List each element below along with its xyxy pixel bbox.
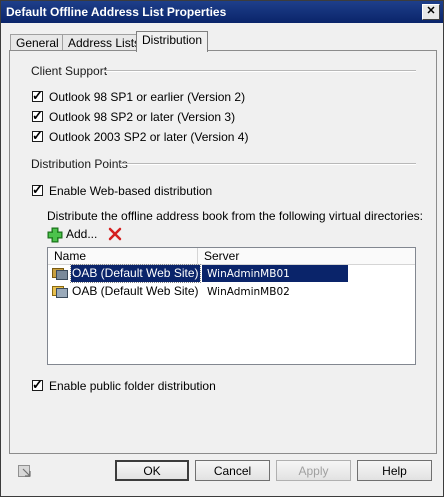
row-server: WinAdminMB02	[207, 286, 290, 298]
public-folder-distribution-label: Enable public folder distribution	[49, 379, 216, 393]
delete-icon[interactable]	[108, 227, 122, 241]
row-name: OAB (Default Web Site)	[72, 284, 199, 298]
client-support-heading: Client Support	[31, 64, 108, 78]
tab-distribution[interactable]: Distribution	[136, 31, 209, 52]
distribution-points-divider	[120, 163, 416, 165]
outlook-2003-sp2-checkbox[interactable]: ✓	[32, 128, 43, 143]
row-name: OAB (Default Web Site)	[70, 264, 201, 283]
add-button[interactable]: Add...	[47, 226, 99, 244]
virtual-directory-icon	[52, 268, 68, 280]
close-icon[interactable]: ✕	[422, 4, 440, 20]
title-bar[interactable]: Default Offline Address List Properties …	[1, 1, 443, 23]
ok-button[interactable]: OK	[115, 460, 189, 481]
virtual-directory-icon	[52, 286, 68, 298]
list-row[interactable]: OAB (Default Web Site) WinAdminMB01	[48, 264, 415, 283]
outlook-98-sp1-checkbox[interactable]: ✓	[32, 88, 43, 103]
distribution-points-heading: Distribution Points	[31, 157, 128, 171]
outlook-2003-sp2-label: Outlook 2003 SP2 or later (Version 4)	[49, 130, 249, 144]
client-support-divider	[104, 70, 416, 72]
public-folder-distribution-checkbox[interactable]: ✓	[32, 377, 43, 392]
properties-status-icon	[18, 465, 31, 477]
add-icon	[47, 227, 63, 243]
column-header-name[interactable]: Name	[48, 248, 198, 264]
column-header-server[interactable]: Server	[198, 248, 415, 264]
add-label: Add...	[66, 227, 98, 241]
web-based-distribution-checkbox[interactable]: ✓	[32, 182, 43, 197]
cancel-button[interactable]: Cancel	[195, 460, 270, 481]
help-button[interactable]: Help	[357, 460, 432, 481]
outlook-98-sp2-checkbox[interactable]: ✓	[32, 108, 43, 123]
apply-button[interactable]: Apply	[276, 460, 351, 481]
outlook-98-sp1-label: Outlook 98 SP1 or earlier (Version 2)	[49, 90, 246, 104]
list-row[interactable]: OAB (Default Web Site) WinAdminMB02	[48, 283, 415, 300]
virtual-directories-list[interactable]: Name Server OAB (Default Web Site) WinAd…	[47, 247, 416, 365]
outlook-98-sp2-label: Outlook 98 SP2 or later (Version 3)	[49, 110, 236, 124]
properties-dialog: Default Offline Address List Properties …	[0, 0, 444, 497]
list-header: Name Server	[48, 248, 415, 265]
virtual-directories-description: Distribute the offline address book from…	[47, 209, 423, 223]
web-based-distribution-label: Enable Web-based distribution	[49, 184, 213, 198]
row-server: WinAdminMB01	[207, 268, 290, 280]
window-title: Default Offline Address List Properties	[6, 5, 227, 19]
